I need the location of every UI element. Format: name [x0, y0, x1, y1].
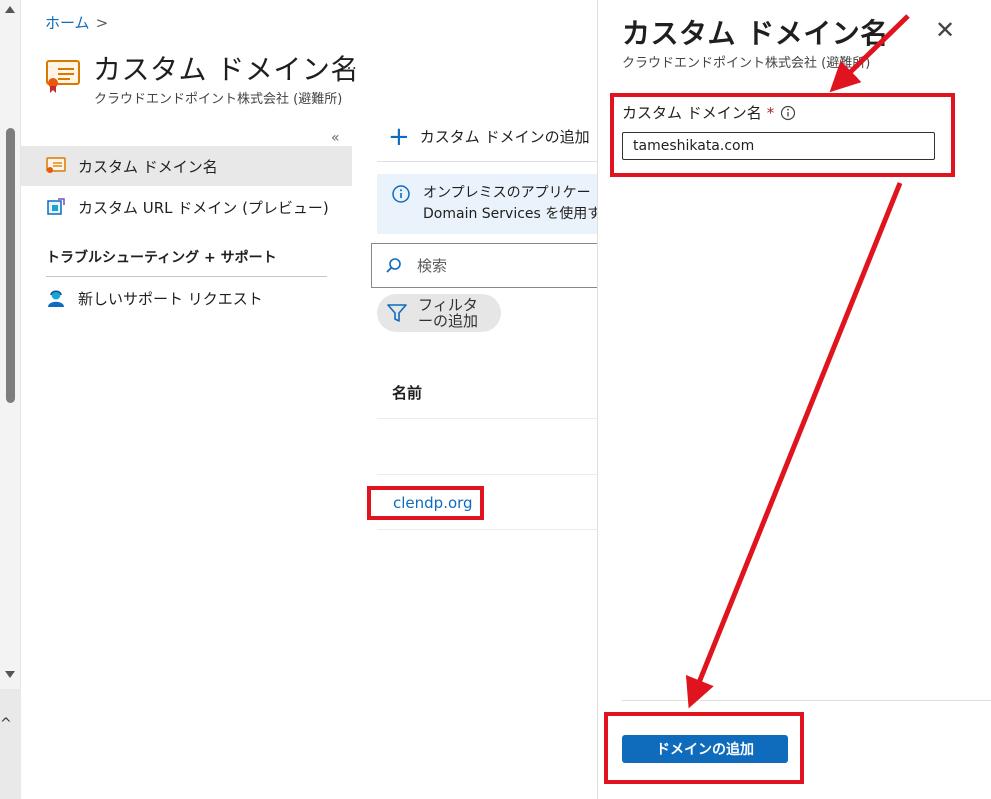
info-text-line-1: オンプレミスのアプリケー — [423, 185, 591, 201]
domain-link[interactable]: clendp.org — [367, 486, 484, 520]
info-icon[interactable] — [780, 105, 796, 121]
sidebar-item-label: カスタム URL ドメイン (プレビュー) — [78, 198, 329, 217]
command-bar-divider — [377, 161, 597, 162]
search-input[interactable]: 検索 — [371, 243, 597, 288]
collapse-menu-icon[interactable]: « — [331, 130, 340, 146]
breadcrumb: ホーム > — [45, 12, 108, 33]
add-filter-button[interactable]: フィルタ ーの追加 — [377, 294, 501, 332]
table-header-divider — [377, 418, 597, 419]
info-text-line-2: Domain Services を使用す — [423, 206, 597, 222]
sidebar-item-new-support-request[interactable]: 新しいサポート リクエスト — [21, 278, 352, 318]
panel-subtitle: クラウドエンドポイント株式会社 (避難所) — [622, 56, 871, 71]
browser-scroll-gutter: ^ — [0, 0, 21, 799]
breadcrumb-separator: > — [95, 14, 109, 32]
custom-domain-field-label: カスタム ドメイン名 * — [622, 102, 796, 123]
required-mark: * — [766, 103, 775, 122]
caret-icon[interactable]: ^ — [0, 716, 12, 732]
column-header-name[interactable]: 名前 — [392, 382, 422, 403]
sidebar-item-custom-domain-names[interactable]: カスタム ドメイン名 — [21, 146, 352, 186]
filter-icon — [387, 304, 407, 322]
sidebar-divider — [46, 276, 327, 277]
page-subtitle: クラウドエンドポイント株式会社 (避難所) — [94, 92, 343, 107]
sidebar-section-heading: トラブルシューティング + サポート — [46, 250, 277, 266]
plus-icon: + — [388, 121, 410, 152]
search-placeholder: 検索 — [417, 257, 448, 275]
panel-title: カスタム ドメイン名 — [622, 17, 889, 50]
sidebar-item-label: カスタム ドメイン名 — [78, 157, 218, 176]
table-row-divider — [377, 474, 597, 475]
more-options-icon[interactable]: … — [341, 54, 357, 73]
table-row-divider — [377, 529, 597, 530]
close-icon[interactable]: ✕ — [935, 18, 955, 42]
add-domain-button[interactable]: ドメインの追加 — [622, 735, 788, 763]
scroll-down-arrow-icon[interactable] — [5, 671, 15, 678]
filter-label: フィルタ ーの追加 — [418, 297, 478, 329]
custom-url-icon — [47, 198, 65, 215]
search-icon — [386, 257, 401, 273]
add-custom-domain-button[interactable]: + カスタム ドメインの追加 — [388, 121, 590, 152]
certificate-icon — [46, 60, 80, 93]
breadcrumb-home-link[interactable]: ホーム — [45, 14, 90, 32]
field-label-text: カスタム ドメイン名 — [622, 104, 762, 122]
sidebar-item-label: 新しいサポート リクエスト — [78, 289, 263, 308]
person-support-icon — [48, 290, 64, 307]
certificate-icon — [46, 157, 66, 173]
filter-label-line-2: ーの追加 — [418, 312, 479, 330]
info-icon — [392, 185, 410, 203]
sidebar-item-custom-url-domain[interactable]: カスタム URL ドメイン (プレビュー) — [21, 187, 352, 227]
side-panel-tab[interactable] — [0, 689, 21, 799]
panel-footer-divider — [622, 700, 991, 701]
info-banner: オンプレミスのアプリケー Domain Services を使用す — [377, 174, 597, 234]
filter-label-line-1: フィルタ — [418, 296, 478, 314]
add-custom-domain-label: カスタム ドメインの追加 — [419, 128, 590, 146]
page-title: カスタム ドメイン名 — [93, 53, 359, 86]
scrollbar-thumb[interactable] — [6, 128, 15, 403]
scroll-up-arrow-icon[interactable] — [5, 6, 15, 13]
custom-domain-input[interactable] — [622, 132, 935, 160]
